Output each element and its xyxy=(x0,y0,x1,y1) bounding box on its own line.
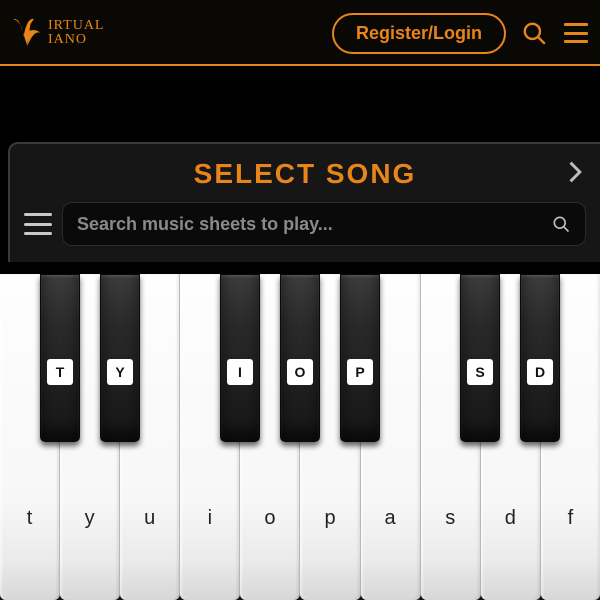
white-key-label: u xyxy=(120,507,179,530)
piano: tyuiopasdf T Y I O P S D xyxy=(0,274,600,600)
black-key-label: S xyxy=(467,359,493,385)
black-key-label: I xyxy=(227,359,253,385)
song-panel: SELECT SONG xyxy=(8,142,600,262)
chevron-right-icon[interactable] xyxy=(560,158,588,186)
black-key[interactable]: P xyxy=(340,274,380,442)
black-key-label: D xyxy=(527,359,553,385)
header-actions: Register/Login xyxy=(332,13,590,54)
white-key-label: a xyxy=(361,507,420,530)
menu-icon[interactable] xyxy=(562,19,590,47)
black-key-label: P xyxy=(347,359,373,385)
white-key-label: d xyxy=(481,507,540,530)
panel-title-row: SELECT SONG xyxy=(24,152,586,196)
panel-title: SELECT SONG xyxy=(194,158,417,190)
black-key[interactable]: Y xyxy=(100,274,140,442)
black-key-label: Y xyxy=(107,359,133,385)
white-key-label: i xyxy=(180,507,239,530)
white-key-label: s xyxy=(421,507,480,530)
register-login-button[interactable]: Register/Login xyxy=(332,13,506,54)
white-key-label: p xyxy=(300,507,359,530)
logo-icon xyxy=(10,16,44,50)
logo[interactable]: IRTUAL IANO xyxy=(10,16,104,50)
white-key-label: t xyxy=(0,507,59,530)
black-key[interactable]: O xyxy=(280,274,320,442)
black-key[interactable]: T xyxy=(40,274,80,442)
white-key-label: y xyxy=(60,507,119,530)
panel-search-row xyxy=(24,202,586,246)
black-key-label: T xyxy=(47,359,73,385)
black-key[interactable]: D xyxy=(520,274,560,442)
search-input[interactable] xyxy=(77,214,551,235)
white-key-label: o xyxy=(240,507,299,530)
search-icon[interactable] xyxy=(551,214,571,234)
black-key-label: O xyxy=(287,359,313,385)
white-key-label: f xyxy=(541,507,600,530)
search-box xyxy=(62,202,586,246)
logo-text: IRTUAL IANO xyxy=(48,19,104,47)
black-key[interactable]: I xyxy=(220,274,260,442)
black-key[interactable]: S xyxy=(460,274,500,442)
list-icon[interactable] xyxy=(24,213,52,235)
header: IRTUAL IANO Register/Login xyxy=(0,0,600,66)
search-icon[interactable] xyxy=(520,19,548,47)
